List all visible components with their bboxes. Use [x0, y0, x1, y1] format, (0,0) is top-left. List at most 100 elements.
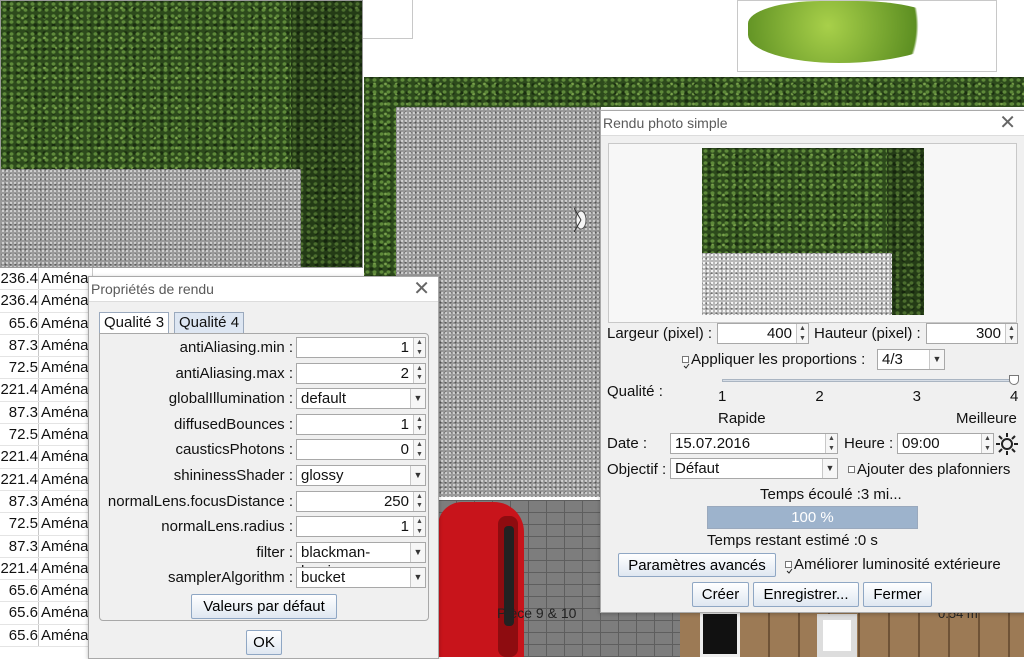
- date-input[interactable]: 15.07.2016 ▲ ▼: [670, 433, 838, 454]
- row-size: 65.6: [0, 312, 39, 334]
- height-value: 300: [975, 325, 1001, 342]
- spinner[interactable]: ▲ ▼: [413, 491, 425, 511]
- property-number-input[interactable]: 250 ▲ ▼: [296, 490, 426, 512]
- spinner[interactable]: ▲ ▼: [413, 363, 425, 383]
- property-number-input[interactable]: 2 ▲ ▼: [296, 362, 426, 384]
- time-value: 09:00: [902, 435, 940, 452]
- table-row[interactable]: 65.6 Aména: [0, 624, 92, 648]
- spinner[interactable]: ▲ ▼: [413, 517, 425, 537]
- lens-select[interactable]: Défaut ▼: [670, 458, 838, 479]
- table-row[interactable]: 87.3 Aména: [0, 490, 92, 514]
- property-select[interactable]: blackman-harris▼: [296, 541, 426, 580]
- chevron-down-icon: ▼: [410, 568, 425, 588]
- property-number-input[interactable]: 1 ▲ ▼: [296, 337, 426, 358]
- furniture-table[interactable]: 236.4 Aména 236.4 Aména 65.6 Aména 87.3 Aména 72…: [0, 268, 93, 657]
- table-row[interactable]: 87.3 Aména: [0, 401, 92, 425]
- row-name: Aména: [41, 582, 89, 600]
- row-name: Aména: [41, 626, 89, 644]
- time-spinner[interactable]: ▲ ▼: [981, 434, 993, 453]
- close-icon[interactable]: ✕: [999, 113, 1016, 133]
- dialog-title: Propriétés de rendu: [91, 281, 214, 297]
- width-value: 400: [766, 325, 792, 342]
- table-row[interactable]: 72.5 Aména: [0, 357, 92, 380]
- width-input[interactable]: 400 ▲ ▼: [717, 323, 809, 344]
- tab-qualite-4[interactable]: Qualité 4: [174, 312, 245, 334]
- tab-qualite-3[interactable]: Qualité 3: [99, 312, 170, 334]
- spinner[interactable]: ▲ ▼: [413, 440, 425, 460]
- quality-slider[interactable]: [722, 375, 1019, 386]
- property-label: antiAliasing.max :: [175, 364, 293, 382]
- table-row[interactable]: 72.5 Aména: [0, 424, 92, 447]
- property-number-input[interactable]: 1 ▲ ▼: [296, 413, 426, 435]
- car: [438, 502, 528, 657]
- spinner[interactable]: ▲ ▼: [413, 338, 425, 357]
- slider-thumb[interactable]: [1009, 375, 1019, 385]
- property-select[interactable]: bucket ▼: [296, 567, 426, 589]
- property-select[interactable]: default ▼: [296, 388, 426, 410]
- time-input[interactable]: 09:00 ▲ ▼: [897, 433, 994, 454]
- title-bar[interactable]: Propriétés de rendu ✕: [89, 277, 438, 302]
- quality-tick-label: 4: [1010, 388, 1019, 405]
- elapsed-time: Temps écoulé :3 mi...: [760, 486, 902, 503]
- progress-bar: 100 %: [707, 506, 918, 529]
- plan-frame: [360, 0, 413, 39]
- table-row[interactable]: 221.4 Aména: [0, 379, 92, 402]
- property-label: shininessShader :: [173, 467, 293, 484]
- keep-proportions-label: Appliquer les proportions :: [691, 351, 866, 368]
- ok-button[interactable]: OK: [246, 630, 282, 655]
- advanced-settings-button[interactable]: Paramètres avancés: [618, 553, 776, 577]
- property-label: globalIllumination :: [168, 390, 293, 408]
- ceiling-lights-checkbox[interactable]: [848, 466, 855, 473]
- date-label: Date :: [607, 435, 648, 452]
- close-icon[interactable]: ✕: [413, 279, 430, 299]
- table-row[interactable]: 87.3 Aména: [0, 535, 92, 558]
- close-button[interactable]: Fermer: [863, 582, 932, 607]
- table-row[interactable]: 236.4 Aména: [0, 290, 92, 313]
- render-properties-dialog: Propriétés de rendu ✕ Qualité 3 Qualité …: [88, 276, 439, 659]
- property-select[interactable]: glossy ▼: [296, 465, 426, 486]
- quality-tick-label: 1: [718, 388, 727, 405]
- table-row[interactable]: 65.6 Aména: [0, 312, 92, 335]
- row-size: 221.4: [0, 446, 39, 468]
- property-value: 1: [400, 339, 409, 356]
- height-label: Hauteur (pixel) :: [814, 325, 921, 342]
- improve-light-checkbox[interactable]: [785, 561, 793, 574]
- table-row[interactable]: 236.4 Aména: [0, 268, 92, 291]
- default-values-button[interactable]: Valeurs par défaut: [191, 594, 337, 619]
- table-row[interactable]: 65.6 Aména: [0, 580, 92, 603]
- table-row[interactable]: 221.4 Aména: [0, 557, 92, 581]
- lens-value: Défaut: [675, 460, 720, 477]
- hedge-border: [364, 77, 1024, 107]
- row-size: 236.4: [0, 268, 39, 290]
- chevron-down-icon: ▼: [410, 466, 425, 485]
- quality-min-label: Rapide: [718, 410, 766, 427]
- property-label: filter :: [256, 543, 293, 561]
- row-size: 72.5: [0, 357, 39, 379]
- table-row[interactable]: 65.6 Aména: [0, 602, 92, 625]
- row-name: Aména: [41, 492, 89, 510]
- property-number-input[interactable]: 1 ▲ ▼: [296, 516, 426, 538]
- property-value: 2: [400, 364, 409, 382]
- height-input[interactable]: 300 ▲ ▼: [926, 323, 1018, 344]
- table-row[interactable]: 221.4 Aména: [0, 468, 92, 491]
- table-row[interactable]: 221.4 Aména: [0, 446, 92, 469]
- sun-icon[interactable]: [996, 433, 1018, 455]
- save-button[interactable]: Enregistrer...: [753, 582, 859, 607]
- camera-marker-icon[interactable]: [573, 207, 588, 233]
- row-size: 236.4: [0, 290, 39, 312]
- proportions-select[interactable]: 4/3 ▼: [877, 349, 945, 370]
- spinner[interactable]: ▲ ▼: [413, 414, 425, 434]
- property-value: default: [301, 390, 347, 408]
- table-row[interactable]: 87.3 Aména: [0, 334, 92, 358]
- create-button[interactable]: Créer: [692, 582, 749, 607]
- row-name: Aména: [41, 314, 89, 332]
- property-number-input[interactable]: 0 ▲ ▼: [296, 439, 426, 461]
- width-spinner[interactable]: ▲ ▼: [796, 324, 808, 343]
- 3d-view[interactable]: [0, 0, 363, 268]
- title-bar[interactable]: Rendu photo simple ✕: [601, 111, 1024, 136]
- date-spinner[interactable]: ▲ ▼: [825, 434, 837, 453]
- row-name: Aména: [41, 381, 89, 399]
- table-row[interactable]: 72.5 Aména: [0, 513, 92, 536]
- keep-proportions-checkbox[interactable]: [682, 356, 690, 369]
- height-spinner[interactable]: ▲ ▼: [1005, 324, 1017, 343]
